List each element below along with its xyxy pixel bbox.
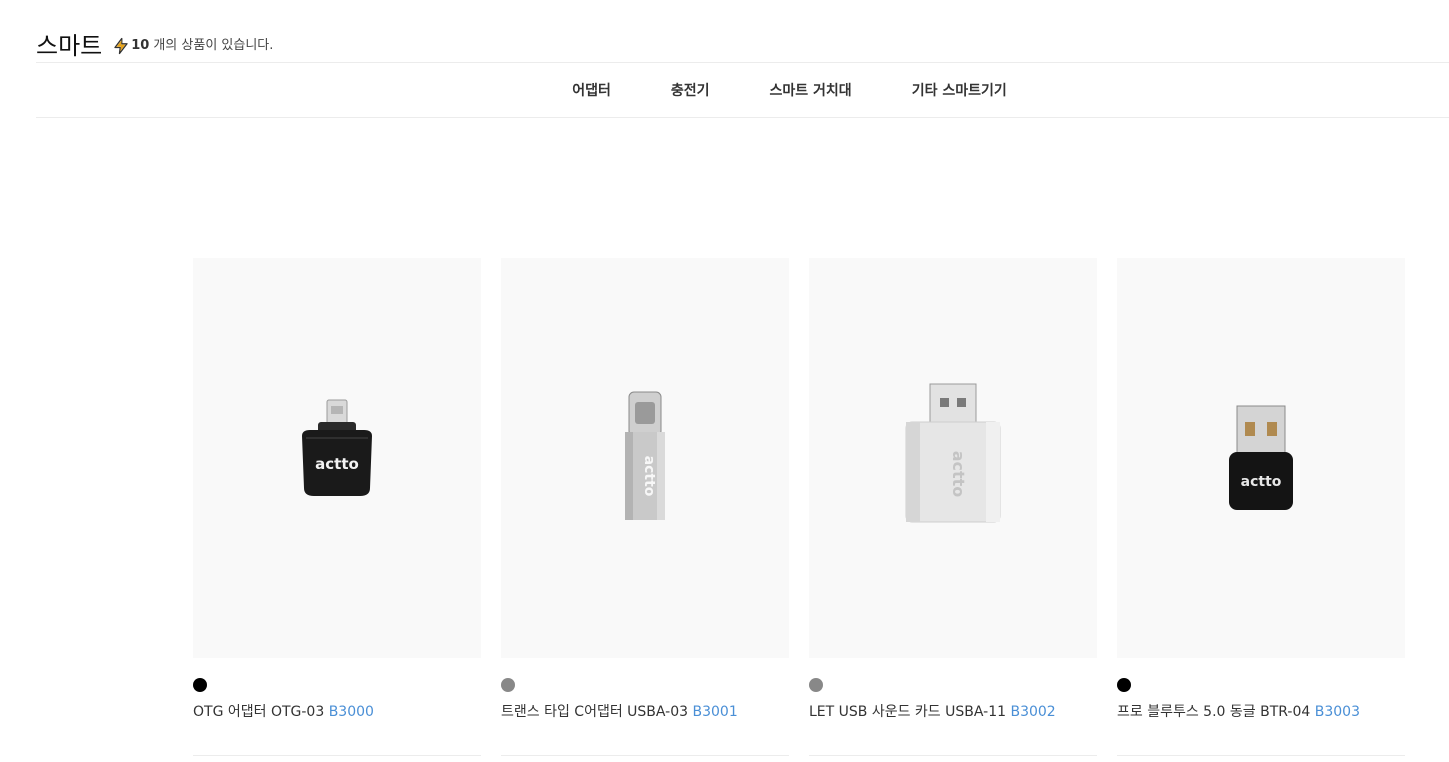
card-divider (809, 755, 1097, 756)
product-code: B3000 (328, 704, 374, 720)
nav-divider (36, 117, 1449, 118)
nav-item-smart-stand[interactable]: 스마트 거치대 (770, 80, 852, 100)
brand-logo-text: actto (949, 451, 968, 498)
product-code: B3003 (1314, 704, 1360, 720)
product-thumbnail[interactable]: actto (1117, 258, 1405, 658)
product-code: B3002 (1010, 704, 1056, 720)
nav-item-other-smart-devices[interactable]: 기타 스마트기기 (912, 80, 1007, 100)
product-name[interactable]: LET USB 사운드 카드 USBA-11 B3002 (809, 701, 1097, 723)
brand-logo-text: actto (315, 455, 359, 473)
otg-adapter-image: actto (296, 396, 378, 506)
product-thumbnail[interactable]: actto (809, 258, 1097, 658)
brand-logo-text: actto (641, 456, 657, 497)
product-count: 10 개의 상품이 있습니다. (112, 28, 273, 62)
color-swatch[interactable] (809, 678, 823, 692)
product-name[interactable]: 프로 블루투스 5.0 동글 BTR-04 B3003 (1117, 701, 1405, 723)
product-name[interactable]: 트랜스 타입 C어댑터 USBA-03 B3001 (501, 701, 789, 723)
type-c-adapter-image: actto (617, 388, 673, 524)
product-name-text: 프로 블루투스 5.0 동글 BTR-04 (1117, 704, 1315, 720)
product-name-text: LET USB 사운드 카드 USBA-11 (809, 704, 1011, 720)
category-header: 스마트 10 개의 상품이 있습니다. (36, 26, 273, 62)
brand-logo-text: actto (1241, 474, 1282, 490)
product-card[interactable]: actto LET USB 사운드 카드 USBA-11 B3002 (809, 258, 1097, 756)
product-card[interactable]: actto OTG 어댑터 OTG-03 B3000 (193, 258, 481, 756)
card-divider (193, 755, 481, 756)
lightning-icon (114, 37, 128, 55)
product-name-text: OTG 어댑터 OTG-03 (193, 704, 329, 720)
nav-item-adapter[interactable]: 어댑터 (572, 80, 611, 100)
product-name[interactable]: OTG 어댑터 OTG-03 B3000 (193, 701, 481, 723)
bluetooth-dongle-image: actto (1225, 404, 1297, 516)
color-swatch[interactable] (1117, 678, 1131, 692)
nav-item-charger[interactable]: 충전기 (671, 80, 710, 100)
product-thumbnail[interactable]: actto (193, 258, 481, 658)
page-title: 스마트 (36, 32, 103, 60)
product-card[interactable]: actto 프로 블루투스 5.0 동글 BTR-04 B3003 (1117, 258, 1405, 756)
card-divider (501, 755, 789, 756)
card-divider (1117, 755, 1405, 756)
usb-sound-card-image: actto (902, 382, 1004, 526)
product-card[interactable]: actto 트랜스 타입 C어댑터 USBA-03 B3001 (501, 258, 789, 756)
product-count-number: 10 (131, 38, 150, 53)
product-name-text: 트랜스 타입 C어댑터 USBA-03 (501, 704, 693, 720)
product-thumbnail[interactable]: actto (501, 258, 789, 658)
color-swatch[interactable] (501, 678, 515, 692)
product-grid: actto OTG 어댑터 OTG-03 B3000 actto 트랜스 타입 … (193, 258, 1405, 756)
product-code: B3001 (692, 704, 738, 720)
color-swatch[interactable] (193, 678, 207, 692)
subcategory-nav: 어댑터 충전기 스마트 거치대 기타 스마트기기 (0, 63, 1449, 117)
product-count-suffix: 개의 상품이 있습니다. (153, 38, 274, 53)
